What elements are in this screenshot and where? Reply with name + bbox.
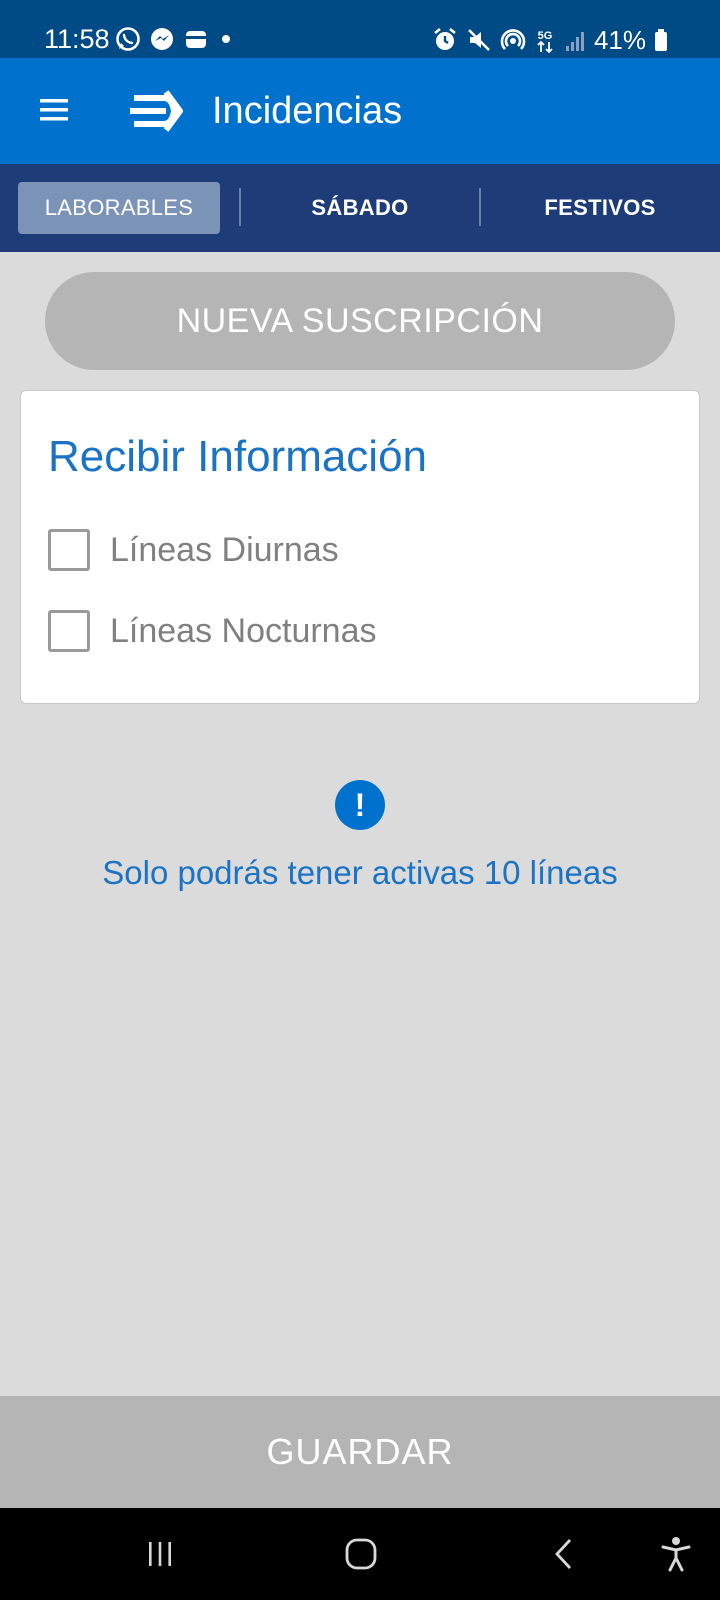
system-navigation-bar (0, 1508, 720, 1600)
night-lines-checkbox[interactable] (48, 610, 90, 652)
status-notification-icons (114, 25, 236, 53)
status-bar: 11:58 5G 41% (0, 0, 720, 58)
tab-bar: LABORABLES SÁBADO FESTIVOS (0, 164, 720, 252)
day-lines-checkbox[interactable] (48, 529, 90, 571)
option-day-lines[interactable]: Líneas Diurnas (48, 529, 339, 571)
option-night-lines[interactable]: Líneas Nocturnas (48, 610, 377, 652)
accessibility-icon[interactable] (648, 1530, 704, 1578)
wallet-icon (182, 25, 210, 53)
battery-percentage: 41% (593, 25, 646, 55)
night-lines-label: Líneas Nocturnas (110, 611, 377, 650)
status-time: 11:58 (44, 24, 110, 54)
card-title: Recibir Información (48, 432, 428, 481)
lines-limit-notice: Solo podrás tener activas 10 líneas (102, 854, 618, 891)
recent-apps-icon[interactable] (132, 1530, 188, 1578)
app-bar: Incidencias (0, 58, 720, 164)
receive-info-card: Recibir Información Líneas Diurnas Línea… (20, 390, 700, 704)
tab-sabado[interactable]: SÁBADO (242, 182, 478, 234)
home-icon[interactable] (333, 1530, 389, 1578)
page-title: Incidencias (212, 90, 403, 132)
battery-icon (654, 26, 668, 54)
status-system-icons: 5G 41% (432, 24, 668, 56)
new-subscription-button[interactable]: NUEVA SUSCRIPCIÓN (45, 272, 675, 370)
signal-icon (564, 26, 586, 54)
save-button[interactable]: GUARDAR (0, 1396, 720, 1508)
tab-divider (239, 188, 241, 226)
tab-divider (479, 188, 481, 226)
hamburger-menu-icon[interactable] (30, 84, 78, 136)
network-5g-icon: 5G (534, 26, 556, 54)
tab-festivos[interactable]: FESTIVOS (482, 182, 718, 234)
back-icon[interactable] (536, 1530, 592, 1578)
exclamation-icon: ! (335, 780, 385, 830)
day-lines-label: Líneas Diurnas (110, 530, 339, 569)
mute-icon (466, 26, 492, 54)
tab-laborables[interactable]: LABORABLES (18, 182, 220, 234)
network-type-label: 5G (538, 30, 553, 42)
dot-icon (216, 25, 236, 53)
hotspot-icon (500, 26, 526, 54)
messenger-icon (148, 25, 176, 53)
alarm-icon (432, 26, 458, 54)
whatsapp-icon (114, 25, 142, 53)
brand-arrow-logo-icon (130, 88, 184, 134)
